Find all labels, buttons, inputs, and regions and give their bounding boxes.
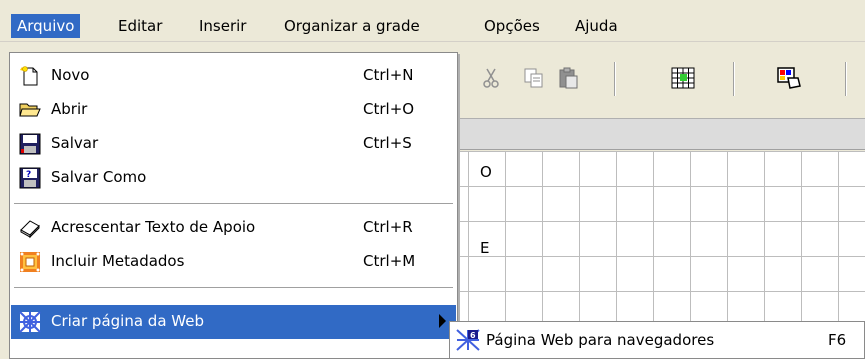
menu-item-shortcut: Ctrl+S: [363, 134, 412, 152]
submenu-arrow-icon: [439, 314, 446, 328]
toolbar: [456, 50, 865, 110]
eraser-icon: [19, 217, 41, 239]
menu-item-shortcut: F6: [828, 331, 847, 349]
svg-text:6: 6: [470, 331, 476, 340]
copy-icon[interactable]: [522, 66, 546, 90]
new-document-icon: [19, 65, 41, 87]
cut-icon[interactable]: [480, 66, 504, 90]
menu-item-label: Abrir: [51, 100, 88, 118]
toolbar-separator: [845, 62, 847, 96]
web-page-submenu: 6 Página Web para navegadores F6: [449, 321, 865, 359]
menu-item-acrescentar-texto-de-apoio[interactable]: Acrescentar Texto de Apoio Ctrl+R: [11, 211, 456, 245]
grid-cell-letter[interactable]: E: [480, 239, 489, 257]
menu-editar[interactable]: Editar: [112, 14, 168, 38]
paste-icon[interactable]: [556, 66, 580, 90]
menu-item-label: Acrescentar Texto de Apoio: [51, 218, 256, 236]
menu-item-salvar-como[interactable]: ? Salvar Como: [11, 161, 456, 195]
grid-header-strip: [456, 118, 865, 150]
menu-bar: Arquivo Editar Inserir Organizar a grade…: [0, 0, 865, 42]
grid-cell-letter[interactable]: O: [480, 163, 492, 181]
menu-organizar-a-grade[interactable]: Organizar a grade: [278, 14, 426, 38]
menu-separator: [14, 287, 453, 289]
menu-item-pagina-web-para-navegadores[interactable]: 6 Página Web para navegadores F6: [450, 322, 864, 358]
svg-text:?: ?: [26, 170, 31, 180]
save-icon: [19, 133, 41, 155]
color-palette-icon[interactable]: [776, 66, 801, 90]
menu-item-novo[interactable]: Novo Ctrl+N: [11, 59, 456, 93]
menu-item-label: Salvar: [51, 134, 99, 152]
menu-item-label: Criar página da Web: [51, 312, 204, 330]
toolbar-separator: [614, 62, 616, 96]
menu-item-label: Salvar Como: [51, 168, 147, 186]
web-browser-page-icon: 6: [456, 329, 480, 351]
menu-opcoes[interactable]: Opções: [478, 14, 546, 38]
open-folder-icon: [19, 99, 41, 121]
metadata-icon: [19, 251, 41, 273]
save-as-icon: ?: [19, 167, 41, 189]
web-page-icon: [19, 311, 41, 333]
menu-item-criar-pagina-da-web[interactable]: Criar página da Web: [11, 305, 456, 339]
grid-icon[interactable]: [670, 66, 695, 90]
menu-item-shortcut: Ctrl+N: [363, 66, 414, 84]
menu-ajuda[interactable]: Ajuda: [569, 14, 624, 38]
menu-item-label: Incluir Metadados: [51, 252, 185, 270]
menu-inserir[interactable]: Inserir: [193, 14, 252, 38]
menu-item-salvar[interactable]: Salvar Ctrl+S: [11, 127, 456, 161]
menu-item-shortcut: Ctrl+M: [363, 252, 416, 270]
toolbar-separator: [733, 62, 735, 96]
menu-item-shortcut: Ctrl+R: [363, 218, 413, 236]
menu-separator: [14, 203, 453, 205]
menu-item-label: Novo: [51, 66, 90, 84]
menu-item-abrir[interactable]: Abrir Ctrl+O: [11, 93, 456, 127]
menu-item-label: Página Web para navegadores: [486, 331, 715, 349]
file-menu-dropdown: Novo Ctrl+N Abrir Ctrl+O Salvar Ctrl+S ?…: [9, 52, 458, 359]
menu-item-incluir-metadados[interactable]: Incluir Metadados Ctrl+M: [11, 245, 456, 279]
menu-arquivo[interactable]: Arquivo: [11, 14, 81, 38]
menu-item-shortcut: Ctrl+O: [363, 100, 415, 118]
